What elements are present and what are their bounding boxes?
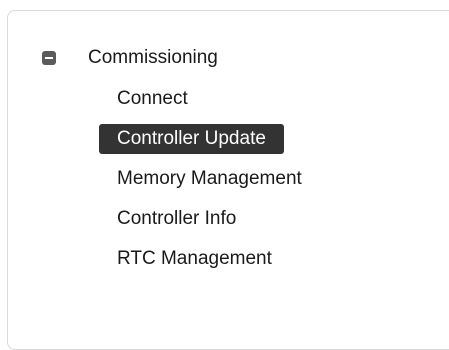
tree-item-label: RTC Management <box>117 248 272 269</box>
tree-item-controller-info[interactable]: Controller Info <box>99 204 320 234</box>
tree-node-commissioning[interactable]: Commissioning <box>40 46 218 70</box>
tree-node-label: Commissioning <box>88 47 218 68</box>
tree-item-connect[interactable]: Connect <box>99 84 320 114</box>
tree-item-label: Memory Management <box>117 168 302 189</box>
tree-item-label: Controller Info <box>117 208 237 229</box>
collapse-minus-icon[interactable] <box>42 51 56 65</box>
tree-item-label: Connect <box>117 88 188 109</box>
tree-item-label: Controller Update <box>99 124 284 154</box>
tree-item-rtc-management[interactable]: RTC Management <box>99 244 320 274</box>
tree-item-controller-update[interactable]: Controller Update <box>99 124 320 154</box>
tree-children: Connect Controller Update Memory Managem… <box>99 84 320 274</box>
tree-item-memory-management[interactable]: Memory Management <box>99 164 320 194</box>
